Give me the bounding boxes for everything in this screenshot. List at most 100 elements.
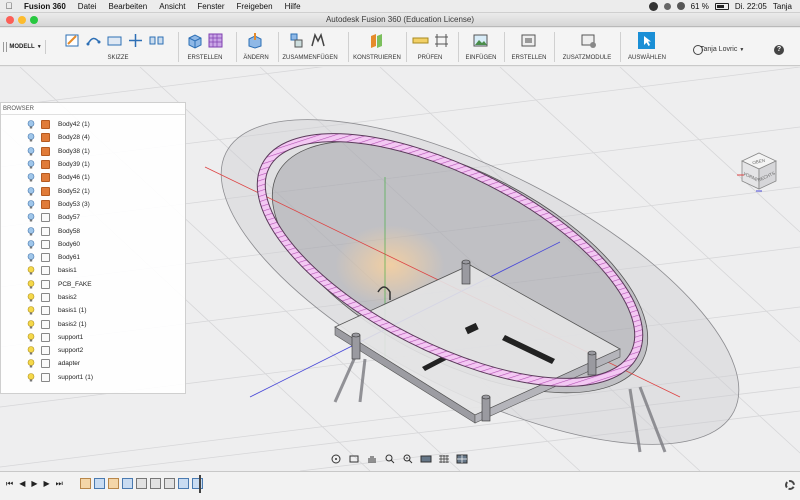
interference-icon[interactable] [433,32,450,49]
visibility-bulb-icon[interactable] [27,173,35,182]
go-to-start-icon[interactable]: ⏮ [6,479,13,489]
menu-hilfe[interactable]: Hilfe [279,2,307,11]
timeline-feature-sketch[interactable] [80,478,91,489]
point-icon[interactable] [127,32,144,49]
group-label-sketch[interactable]: SKIZZE [107,55,128,61]
visibility-bulb-icon[interactable] [27,146,35,156]
zoom-icon[interactable] [384,454,396,464]
browser-item[interactable]: support1 [1,331,185,344]
timeline-feature-extrude[interactable] [122,478,133,489]
timeline-settings-gear-icon[interactable] [785,480,795,490]
minimize-window-button[interactable] [18,16,26,24]
group-label-modify[interactable]: ÄNDERN [243,55,268,61]
fullscreen-window-button[interactable] [30,16,38,24]
select-cursor-icon[interactable] [638,32,655,49]
timeline-marker[interactable] [199,475,201,493]
group-label-select[interactable]: AUSWÄHLEN [628,55,666,61]
browser-item[interactable]: Body60 [1,238,185,251]
grid-settings-icon[interactable] [438,454,450,464]
workspace-switcher[interactable]: MODELL ▼ [6,40,46,54]
step-back-icon[interactable]: ◀ [19,479,25,489]
browser-item[interactable]: Body53 (3) [1,198,185,211]
visibility-bulb-icon[interactable] [27,240,35,249]
visibility-bulb-icon[interactable] [27,120,35,129]
orbit-icon[interactable] [330,454,342,464]
status-app-icon[interactable] [648,1,658,11]
look-at-icon[interactable] [348,454,360,464]
press-pull-icon[interactable] [246,32,263,49]
browser-item[interactable]: Body38 (1) [1,145,185,158]
scripts-icon[interactable] [580,32,597,49]
visibility-bulb-icon[interactable] [27,226,35,236]
visibility-bulb-on-icon[interactable] [27,372,35,382]
browser-item[interactable]: basis1 (1) [1,304,185,317]
browser-item[interactable]: support1 (1) [1,371,185,384]
group-label-make[interactable]: ERSTELLEN [511,55,546,61]
browser-item[interactable]: Body28 (4) [1,131,185,144]
visibility-bulb-icon[interactable] [27,160,35,169]
menu-fenster[interactable]: Fenster [191,2,230,11]
group-label-create[interactable]: ERSTELLEN [187,55,222,61]
battery-icon[interactable] [714,2,729,10]
browser-item[interactable]: support2 [1,344,185,357]
menu-ansicht[interactable]: Ansicht [153,2,191,11]
mirror-icon[interactable] [148,32,165,49]
measure-icon[interactable] [412,32,429,49]
browser-item[interactable]: Body61 [1,251,185,264]
bluetooth-icon[interactable] [663,2,671,10]
browser-item[interactable]: basis2 [1,291,185,304]
browser-item[interactable]: Body58 [1,224,185,237]
go-to-end-icon[interactable]: ⏭ [56,479,63,489]
new-component-icon[interactable] [288,32,305,49]
visibility-bulb-on-icon[interactable] [27,293,35,302]
user-account[interactable]: Tanja Lovric ▼ [700,46,744,53]
canvas-viewport[interactable]: OBEN VORNE RECHTS BROWSER Body42 (1) Bod… [0,67,800,471]
menu-datei[interactable]: Datei [72,2,103,11]
browser-item[interactable]: Body46 (1) [1,171,185,184]
timeline-feature-sketch[interactable] [108,478,119,489]
browser-item[interactable]: basis2 (1) [1,317,185,330]
browser-item[interactable]: basis1 [1,264,185,277]
wifi-icon[interactable] [676,2,685,10]
close-window-button[interactable] [6,16,14,24]
viewports-icon[interactable] [456,454,468,464]
line-icon[interactable] [85,32,102,49]
timeline-feature-component[interactable] [150,478,161,489]
visibility-bulb-on-icon[interactable] [27,346,35,355]
visibility-bulb-icon[interactable] [27,200,35,209]
group-label-inspect[interactable]: PRÜFEN [418,55,443,61]
visibility-bulb-on-icon[interactable] [27,279,35,289]
visibility-bulb-on-icon[interactable] [27,306,35,315]
menu-app-name[interactable]: Fusion 360 [18,2,72,11]
browser-item[interactable]: Body57 [1,211,185,224]
visibility-bulb-icon[interactable] [27,213,35,222]
visibility-bulb-on-icon[interactable] [27,319,35,329]
joint-icon[interactable] [309,32,326,49]
browser-item[interactable]: Body39 (1) [1,158,185,171]
timeline-feature-component[interactable] [136,478,147,489]
apple-menu-icon[interactable]:  [0,1,18,11]
viewcube[interactable]: OBEN VORNE RECHTS [734,145,784,195]
play-icon[interactable]: ▶ [31,479,37,489]
group-label-construct[interactable]: KONSTRUIEREN [353,55,401,61]
visibility-bulb-icon[interactable] [27,186,35,196]
timeline-feature-component[interactable] [164,478,175,489]
timeline-feature-extrude[interactable] [178,478,189,489]
timeline-feature-extrude[interactable] [192,478,203,489]
offset-plane-icon[interactable] [368,32,385,49]
pan-hand-icon[interactable] [366,454,378,464]
menu-freigeben[interactable]: Freigeben [231,2,279,11]
fit-icon[interactable] [402,454,414,464]
timeline-feature-extrude[interactable] [94,478,105,489]
visibility-bulb-icon[interactable] [27,253,35,262]
browser-item[interactable]: Body42 (1) [1,118,185,131]
form-icon[interactable] [207,32,224,49]
group-label-insert[interactable]: EINFÜGEN [465,55,496,61]
browser-item[interactable]: adapter [1,357,185,370]
3d-print-icon[interactable] [520,32,537,49]
visibility-bulb-on-icon[interactable] [27,266,35,275]
visibility-bulb-on-icon[interactable] [27,359,35,368]
menu-user[interactable]: Tanja [773,2,792,11]
insert-image-icon[interactable] [472,32,489,49]
group-label-assemble[interactable]: ZUSAMMENFÜGEN [282,55,337,61]
